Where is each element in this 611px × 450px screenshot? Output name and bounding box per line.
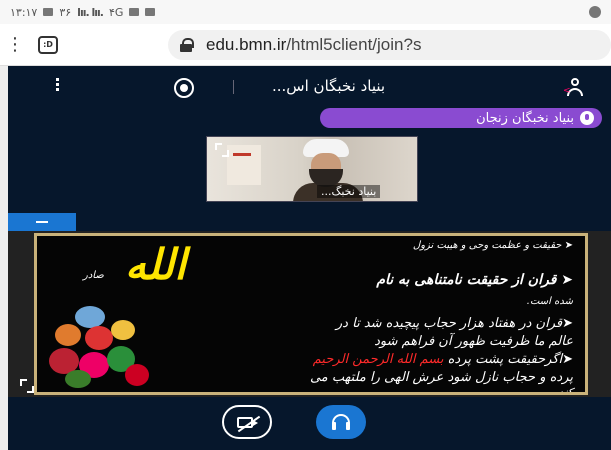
browser-address-bar: ⋮ :D edu.bmn.ir/html5client/join?s bbox=[0, 24, 611, 66]
expand-icon[interactable] bbox=[215, 143, 229, 157]
clock: ۱۳:۱۷ bbox=[10, 5, 38, 19]
signal-bars: lıı. lıı. bbox=[77, 5, 104, 19]
slide-line-2: ➤ قران از حقیقت نامتناهی به نام bbox=[376, 272, 573, 288]
url-path: /html5client/join?s bbox=[286, 35, 422, 54]
slide-text-2: قران از حقیقت نامتناهی به نام bbox=[376, 272, 557, 288]
action-bar bbox=[8, 397, 611, 450]
users-list-icon[interactable]: < bbox=[563, 78, 587, 96]
slide-line-8: کند. bbox=[555, 386, 573, 395]
record-icon[interactable] bbox=[174, 78, 194, 98]
fullscreen-slide-icon[interactable] bbox=[20, 379, 34, 393]
status-right bbox=[589, 6, 601, 18]
url-field[interactable]: edu.bmn.ir/html5client/join?s bbox=[168, 30, 611, 60]
slide-allah-calligraphy: الله bbox=[125, 240, 186, 289]
presentation-area: ➤ حقیقت و عظمت وحی و هیبت نزول الله صادر… bbox=[8, 231, 611, 397]
lock-icon bbox=[180, 38, 194, 52]
slide-saader: صادر bbox=[83, 270, 104, 281]
webcam-tile[interactable]: بنیاد نخبگ... bbox=[206, 136, 418, 202]
slide-basmala: بسم الله الرحمن الرحیم bbox=[312, 352, 444, 367]
battery-icon bbox=[589, 6, 601, 18]
slide-line-4: ➤قران در هفتاد هزار حجاب پیچیده شد تا در bbox=[335, 316, 573, 331]
presentation-slide: ➤ حقیقت و عظمت وحی و هیبت نزول الله صادر… bbox=[34, 233, 588, 395]
network-type: ۴G bbox=[108, 5, 124, 19]
meeting-area: بنیاد نخبگان اس... < بنیاد نخبگان زنجان … bbox=[8, 66, 611, 450]
share-webcam-button[interactable] bbox=[222, 405, 272, 439]
mic-icon bbox=[580, 111, 594, 125]
url-text: edu.bmn.ir/html5client/join?s bbox=[206, 35, 421, 55]
browser-menu-icon[interactable]: ⋮ bbox=[0, 35, 30, 54]
status-bar: ۱۳:۱۷ ۳۶ lıı. lıı. ۴G bbox=[0, 0, 611, 24]
slide-text-6: اگرحقیقت پشت پرده bbox=[447, 352, 563, 367]
slide-line-5: عالم ما ظرفیت ظهور آن فراهم شود bbox=[374, 334, 573, 349]
meeting-title: بنیاد نخبگان اس... bbox=[272, 77, 386, 95]
slide-line-1: ➤ حقیقت و عظمت وحی و هیبت نزول bbox=[412, 240, 573, 251]
flower-bouquet-image bbox=[45, 306, 155, 390]
wall-poster bbox=[227, 145, 261, 185]
video-user-name: بنیاد نخبگ... bbox=[317, 185, 381, 198]
options-menu-icon[interactable] bbox=[56, 78, 60, 93]
signal-text: ۳۶ bbox=[59, 5, 72, 19]
headphones-icon bbox=[332, 414, 350, 430]
slide-text-1: حقیقت و عظمت وحی و هیبت نزول bbox=[412, 240, 562, 251]
slide-line-6: ➤اگرحقیقت پشت پرده بسم الله الرحمن الرحی… bbox=[312, 352, 573, 367]
slide-line-7: پرده و حجاب نازل شود عرش الهی را ملتهب م… bbox=[309, 370, 573, 385]
slide-line-3: شده است. bbox=[526, 296, 573, 307]
divider bbox=[233, 80, 234, 94]
notification-icon bbox=[43, 8, 54, 16]
audio-button[interactable] bbox=[316, 405, 366, 439]
status-left: ۱۳:۱۷ ۳۶ lıı. lıı. ۴G bbox=[10, 5, 156, 19]
talking-indicator: بنیاد نخبگان زنجان bbox=[320, 108, 602, 128]
gallery-icon bbox=[129, 8, 140, 16]
tabs-button[interactable]: :D bbox=[38, 35, 58, 54]
meeting-top-bar: بنیاد نخبگان اس... < bbox=[8, 66, 611, 106]
url-domain: edu.bmn.ir bbox=[206, 35, 287, 54]
message-icon bbox=[145, 8, 156, 16]
left-edge bbox=[0, 66, 8, 450]
speaker-name: بنیاد نخبگان زنجان bbox=[476, 110, 574, 126]
minimize-presentation-button[interactable] bbox=[8, 213, 76, 231]
slide-text-4: قران در هفتاد هزار حجاب پیچیده شد تا در bbox=[335, 316, 563, 331]
